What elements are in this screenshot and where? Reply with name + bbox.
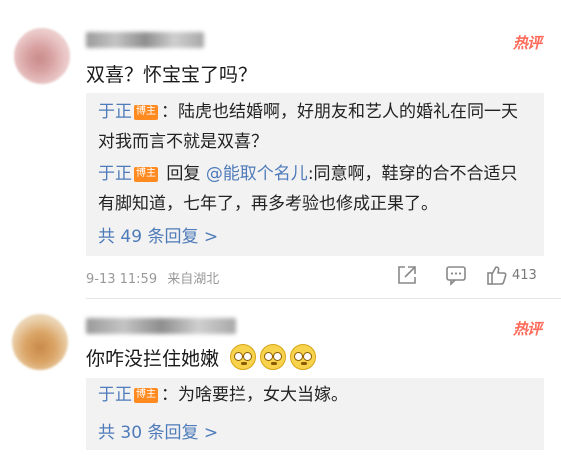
- more-replies-link[interactable]: 共 30 条回复 >: [98, 418, 218, 443]
- like-count: 413: [512, 267, 537, 283]
- staring-face-emoji-icon: [230, 344, 256, 370]
- comment-item: 热评 你咋没拦住她嫩 于正 博主 ：为啥要拦，女大当嫁。 共 30 条回复 >: [0, 300, 561, 463]
- comment-text: 双喜？怀宝宝了吗？: [86, 64, 258, 86]
- reply-text: ：陆虎也结婚啊，好朋友和艺人的婚礼在同一天对我而言不就是双喜？: [98, 102, 518, 152]
- mention-link[interactable]: @能取个名儿: [206, 164, 308, 184]
- avatar[interactable]: [14, 28, 70, 84]
- comment-location: 来自湖北: [167, 272, 220, 287]
- username-blurred[interactable]: [86, 32, 204, 48]
- reply-username[interactable]: 于正: [98, 385, 132, 405]
- reply-username[interactable]: 于正: [98, 102, 132, 122]
- comment-time: 9-13 11:59: [86, 272, 158, 287]
- hot-comment-badge: 热评: [512, 35, 542, 52]
- like-button[interactable]: 413: [486, 263, 537, 287]
- comment-text: 你咋没拦住她嫩: [86, 348, 220, 370]
- blogger-badge: 博主: [134, 167, 158, 182]
- comment-button[interactable]: [445, 263, 467, 287]
- more-replies-link[interactable]: 共 49 条回复 >: [98, 222, 218, 247]
- comment-meta: 9-13 11:59 来自湖北: [86, 268, 219, 287]
- reply-box: 于正 博主 ：为啥要拦，女大当嫁。 共 30 条回复 >: [86, 378, 544, 450]
- staring-face-emoji-icon: [290, 344, 316, 370]
- username-blurred[interactable]: [86, 318, 236, 334]
- reply-item: 于正 博主 ：陆虎也结婚啊，好朋友和艺人的婚礼在同一天对我而言不就是双喜？: [98, 97, 534, 157]
- share-button[interactable]: [396, 263, 418, 287]
- thumb-up-icon: [487, 266, 507, 285]
- avatar[interactable]: [12, 314, 68, 370]
- comment-item: 热评 双喜？怀宝宝了吗？ 于正 博主 ：陆虎也结婚啊，好朋友和艺人的婚礼在同一天对我…: [0, 0, 561, 300]
- reply-username[interactable]: 于正: [98, 164, 132, 184]
- share-icon: [398, 266, 416, 284]
- hot-comment-badge: 热评: [512, 321, 542, 338]
- reply-item: 于正 博主 ：为啥要拦，女大当嫁。: [98, 380, 534, 410]
- staring-face-emoji-icon: [260, 344, 286, 370]
- emoji-row: [230, 344, 316, 370]
- reply-word: 回复: [161, 164, 206, 184]
- reply-text: ：为啥要拦，女大当嫁。: [161, 385, 348, 405]
- divider: [86, 298, 561, 299]
- blogger-badge: 博主: [134, 388, 158, 403]
- blogger-badge: 博主: [134, 105, 158, 120]
- reply-box: 于正 博主 ：陆虎也结婚啊，好朋友和艺人的婚礼在同一天对我而言不就是双喜？ 于正 博主…: [86, 93, 544, 256]
- comment-icon: [446, 266, 466, 286]
- reply-item: 于正 博主 回复 @能取个名儿:同意啊，鞋穿的合不合适只有脚知道，七年了，再多考验…: [98, 159, 534, 219]
